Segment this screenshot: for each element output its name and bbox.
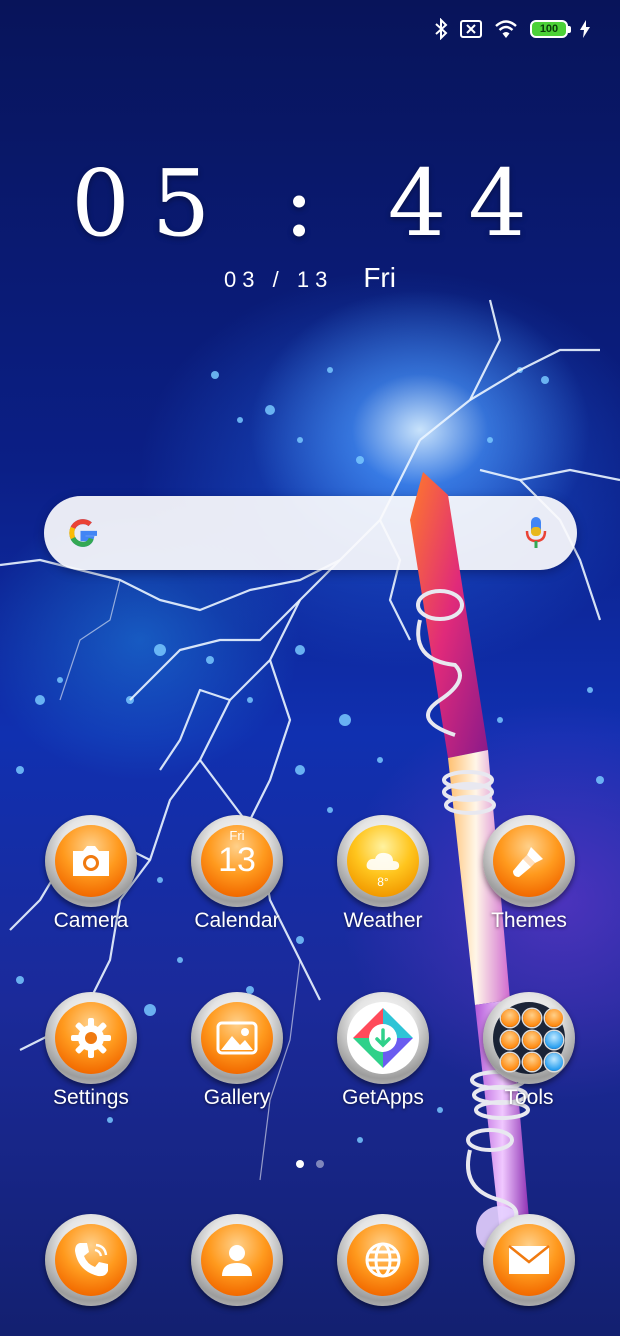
- charging-icon: [580, 20, 590, 38]
- themes-app-icon: [483, 815, 575, 907]
- mail-icon: [508, 1245, 550, 1274]
- status-bar: 100: [434, 16, 590, 42]
- camera-app-icon: [45, 815, 137, 907]
- dock-mail[interactable]: [464, 1214, 594, 1306]
- camera-icon: [73, 846, 109, 876]
- app-label: Gallery: [203, 1086, 271, 1109]
- clock-date-row[interactable]: 03 / 13 Fri: [0, 262, 620, 294]
- weather-icon: [366, 852, 400, 870]
- app-settings[interactable]: Settings: [26, 992, 156, 1110]
- dock-browser[interactable]: [318, 1214, 448, 1306]
- phone-icon: [75, 1243, 108, 1277]
- page-dot[interactable]: [316, 1160, 324, 1168]
- app-themes[interactable]: Themes: [464, 815, 594, 933]
- app-tools-folder[interactable]: Tools: [464, 992, 594, 1110]
- app-gallery[interactable]: Gallery: [172, 992, 302, 1110]
- dock-contacts[interactable]: [172, 1214, 302, 1306]
- weather-temperature: 8°: [377, 875, 389, 889]
- app-label: Themes: [491, 909, 567, 932]
- clock-time[interactable]: 05 : 44: [0, 150, 620, 257]
- paintbrush-icon: [513, 847, 543, 877]
- app-label: Settings: [53, 1086, 129, 1109]
- settings-app-icon: [45, 992, 137, 1084]
- folder-icon: [483, 992, 575, 1084]
- app-weather[interactable]: 8° Weather: [318, 815, 448, 933]
- getapps-icon: [353, 1008, 413, 1068]
- browser-globe-icon: [365, 1242, 401, 1278]
- battery-icon: 100: [530, 20, 571, 38]
- app-label: Calendar: [194, 909, 280, 932]
- calendar-date: 13: [218, 841, 256, 879]
- app-label: Camera: [53, 909, 129, 932]
- no-sim-icon: [460, 20, 482, 38]
- app-label: Weather: [343, 909, 423, 932]
- microphone-icon[interactable]: [525, 516, 547, 550]
- getapps-app-icon: [337, 992, 429, 1084]
- google-g-icon: [69, 519, 97, 547]
- app-getapps[interactable]: GetApps: [318, 992, 448, 1110]
- app-label: GetApps: [342, 1086, 424, 1109]
- app-camera[interactable]: Camera: [26, 815, 156, 933]
- bluetooth-icon: [435, 18, 448, 40]
- contacts-icon: [222, 1245, 252, 1276]
- folder-preview-grid: [493, 1002, 565, 1074]
- mail-app-icon: [483, 1214, 575, 1306]
- browser-app-icon: [337, 1214, 429, 1306]
- image-icon: [216, 1021, 258, 1055]
- clock-date: 03 / 13: [224, 267, 334, 292]
- wifi-icon: [495, 20, 517, 38]
- gallery-app-icon: [191, 992, 283, 1084]
- gear-icon: [71, 1018, 111, 1058]
- page-dot-active[interactable]: [296, 1160, 304, 1168]
- google-search-bar[interactable]: [44, 496, 577, 570]
- battery-level: 100: [539, 22, 559, 35]
- dock-phone[interactable]: [26, 1214, 156, 1306]
- weather-app-icon: 8°: [337, 815, 429, 907]
- clock-day: Fri: [363, 262, 396, 293]
- phone-app-icon: [45, 1214, 137, 1306]
- app-calendar[interactable]: Fri 13 Calendar: [172, 815, 302, 933]
- calendar-icon: Fri 13: [191, 815, 283, 907]
- contacts-app-icon: [191, 1214, 283, 1306]
- page-indicator[interactable]: [0, 1160, 620, 1168]
- app-label: Tools: [504, 1086, 554, 1109]
